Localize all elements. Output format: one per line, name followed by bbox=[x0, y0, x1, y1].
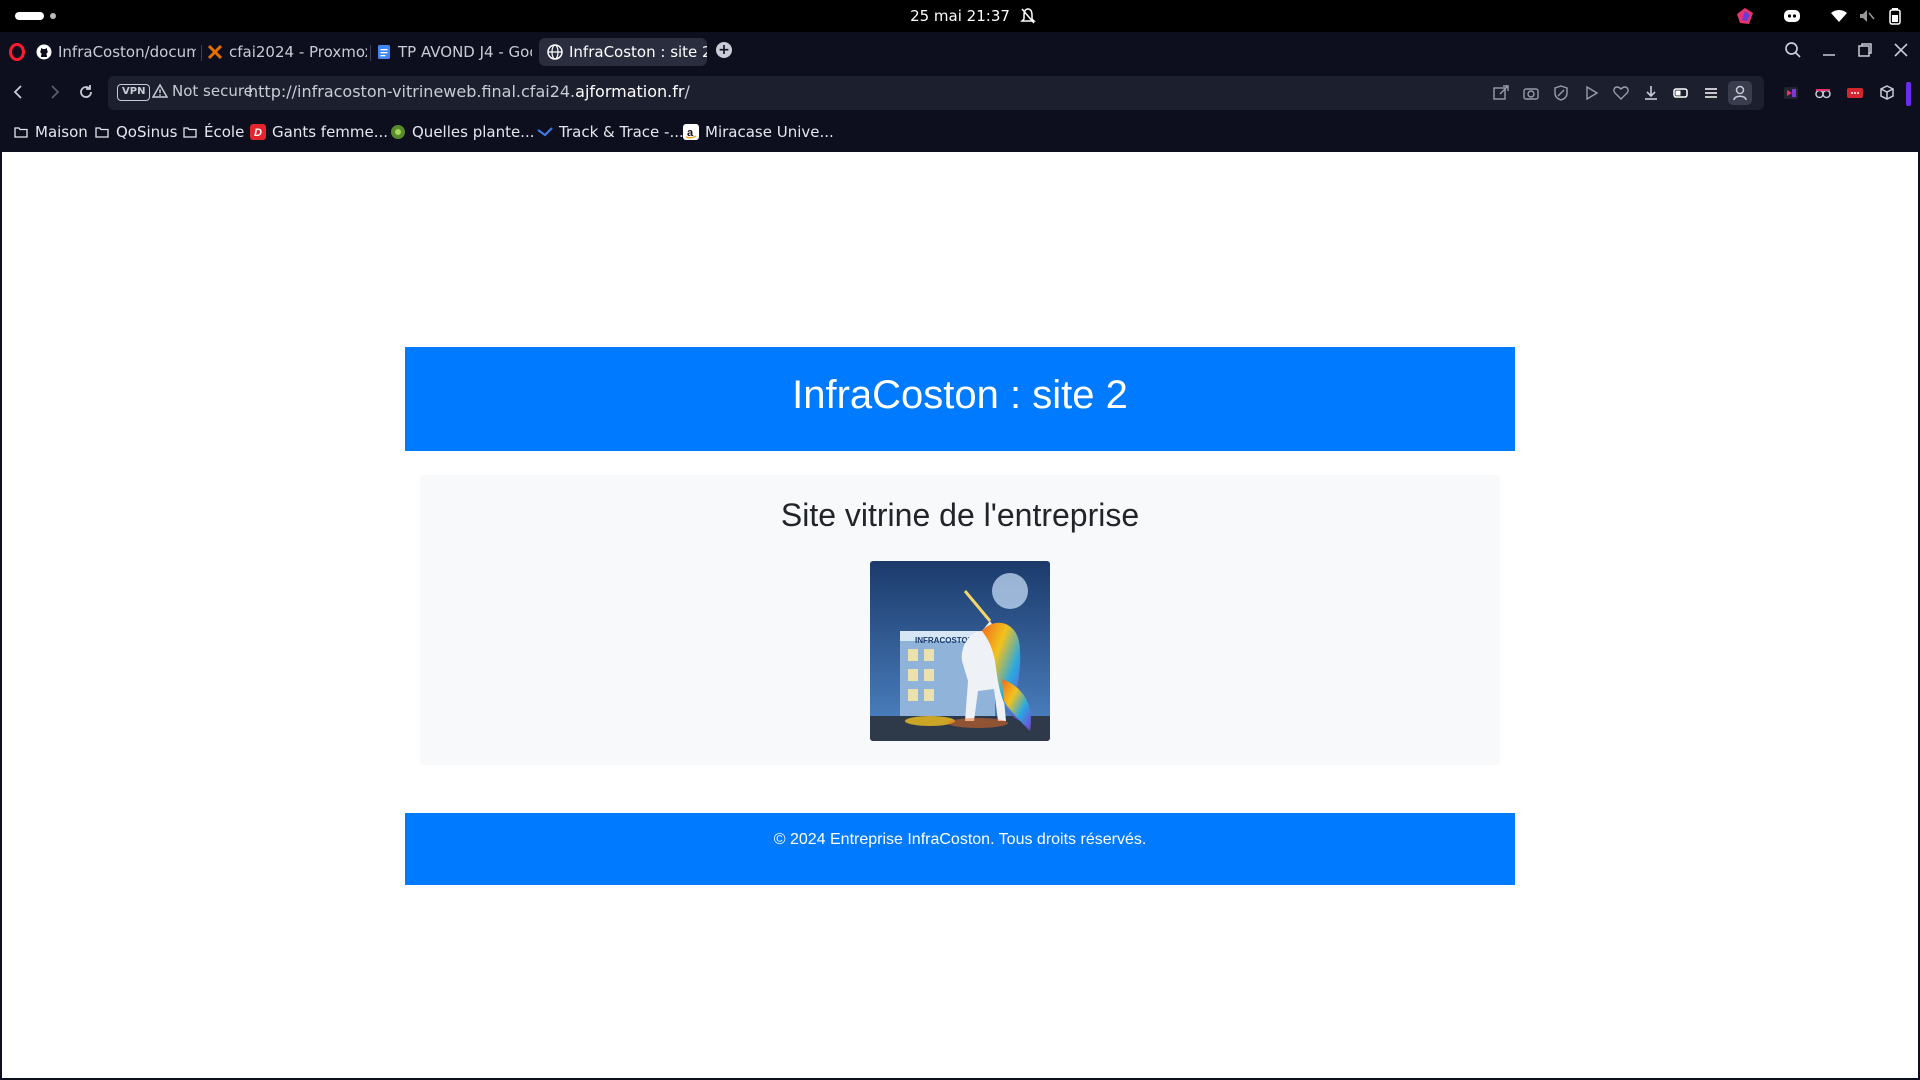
folder-icon bbox=[94, 124, 110, 140]
battery-icon[interactable] bbox=[1888, 7, 1902, 25]
bookmark-label: QoSinus bbox=[116, 123, 178, 141]
discord-icon[interactable] bbox=[1782, 7, 1802, 25]
bookmark-label: Maison bbox=[35, 123, 88, 141]
google-docs-icon bbox=[376, 44, 392, 60]
easy-setup-icon[interactable] bbox=[1702, 84, 1720, 102]
plant-icon bbox=[390, 124, 406, 140]
site-footer: © 2024 Entreprise InfraCoston. Tous droi… bbox=[405, 813, 1515, 885]
os-top-bar: 25 mai 21:37 bbox=[0, 0, 1920, 32]
reload-icon[interactable] bbox=[77, 83, 95, 101]
new-tab-button[interactable]: + bbox=[716, 42, 732, 58]
minimize-icon[interactable] bbox=[1820, 41, 1838, 59]
github-icon bbox=[36, 44, 52, 60]
bookmark-label: Quelles plante... bbox=[412, 123, 535, 141]
tab-github[interactable]: InfraCoston/docume bbox=[36, 38, 196, 66]
close-window-icon[interactable] bbox=[1892, 41, 1910, 59]
profile-icon bbox=[1733, 85, 1747, 101]
bookmark-label: École bbox=[204, 123, 245, 141]
security-indicator[interactable]: Not secure bbox=[152, 82, 253, 100]
copyright-text: © 2024 Entreprise InfraCoston. Tous droi… bbox=[773, 831, 1147, 848]
globe-icon bbox=[547, 44, 563, 60]
tab-label: InfraCoston : site 2 bbox=[569, 43, 707, 61]
profile-button[interactable] bbox=[1728, 81, 1752, 105]
opera-menu-icon[interactable] bbox=[9, 43, 25, 61]
tab-label: InfraCoston/docume bbox=[58, 43, 196, 61]
system-clock[interactable]: 25 mai 21:37 bbox=[0, 7, 1920, 25]
battery-saver-icon[interactable] bbox=[1672, 84, 1690, 102]
url-prefix: http://infracoston-vitrineweb.final.cfai… bbox=[248, 82, 576, 101]
back-icon[interactable] bbox=[10, 83, 28, 101]
tab-google-docs[interactable]: TP AVOND J4 - Goog bbox=[376, 38, 532, 66]
bookmark-miracase[interactable]: a Miracase Unive... bbox=[683, 123, 834, 141]
section-title: Site vitrine de l'entreprise bbox=[780, 497, 1140, 533]
tab-infracoston[interactable]: InfraCoston : site 2 bbox=[539, 38, 707, 66]
warning-icon bbox=[152, 83, 168, 98]
tab-strip: InfraCoston/docume cfai2024 - Proxmox V … bbox=[0, 32, 1920, 72]
tab-label: TP AVOND J4 - Goog bbox=[398, 43, 532, 61]
proxmox-icon bbox=[207, 44, 223, 60]
bookmark-qosinus[interactable]: QoSinus bbox=[94, 123, 178, 141]
app-indicator-icon[interactable] bbox=[1736, 7, 1754, 25]
bookmark-gants[interactable]: D Gants femme... bbox=[250, 123, 388, 141]
tab-separator bbox=[201, 45, 202, 61]
folder-icon bbox=[182, 124, 198, 140]
showcase-section: Site vitrine de l'entreprise INFRACOSTON bbox=[420, 475, 1500, 765]
sidebar-toggle[interactable] bbox=[1906, 82, 1911, 106]
bookmark-heart-icon[interactable] bbox=[1612, 84, 1630, 102]
send-page-icon[interactable] bbox=[1492, 84, 1510, 102]
folder-icon bbox=[13, 124, 29, 140]
not-secure-label: Not secure bbox=[172, 82, 253, 100]
chronopost-icon bbox=[537, 124, 553, 140]
extension-1-icon[interactable] bbox=[1782, 84, 1800, 102]
bookmark-label: Track & Trace -... bbox=[559, 123, 684, 141]
bookmark-label: Miracase Unive... bbox=[705, 123, 834, 141]
bookmark-label: Gants femme... bbox=[272, 123, 389, 141]
tab-proxmox[interactable]: cfai2024 - Proxmox V bbox=[207, 38, 367, 66]
url-suffix: / bbox=[684, 82, 690, 101]
bookmark-maison[interactable]: Maison bbox=[13, 123, 88, 141]
amazon-icon: a bbox=[683, 124, 699, 140]
bookmark-plantes[interactable]: Quelles plante... bbox=[390, 123, 535, 141]
extensions-cube-icon[interactable] bbox=[1878, 84, 1896, 102]
forward-icon[interactable] bbox=[45, 83, 63, 101]
site-header: InfraCoston : site 2 bbox=[405, 347, 1515, 451]
bookmark-track-trace[interactable]: Track & Trace -... bbox=[537, 123, 684, 141]
bookmark-ecole[interactable]: École bbox=[182, 123, 244, 141]
extension-3-icon[interactable] bbox=[1846, 84, 1864, 102]
unicorn-company-image: INFRACOSTON bbox=[870, 561, 1050, 741]
download-icon[interactable] bbox=[1642, 84, 1660, 102]
volume-muted-icon[interactable] bbox=[1858, 7, 1876, 25]
restore-icon[interactable] bbox=[1856, 41, 1874, 59]
page-title: InfraCoston : site 2 bbox=[792, 373, 1128, 417]
snapshot-icon[interactable] bbox=[1522, 84, 1540, 102]
wifi-icon[interactable] bbox=[1830, 7, 1848, 25]
svg-text:D: D bbox=[254, 127, 262, 139]
url-text[interactable]: http://infracoston-vitrineweb.final.cfai… bbox=[248, 82, 690, 101]
url-domain: ajformation.fr bbox=[575, 82, 685, 101]
vpn-badge[interactable]: VPN bbox=[117, 84, 151, 101]
tab-label: cfai2024 - Proxmox V bbox=[229, 43, 367, 61]
search-tabs-icon[interactable] bbox=[1784, 41, 1802, 59]
notifications-muted-icon[interactable] bbox=[1020, 7, 1036, 25]
tab-separator bbox=[370, 45, 371, 61]
adblock-icon[interactable] bbox=[1552, 84, 1570, 102]
extension-2-icon[interactable] bbox=[1814, 84, 1832, 102]
dealabs-icon: D bbox=[250, 124, 266, 140]
player-icon[interactable] bbox=[1582, 84, 1600, 102]
